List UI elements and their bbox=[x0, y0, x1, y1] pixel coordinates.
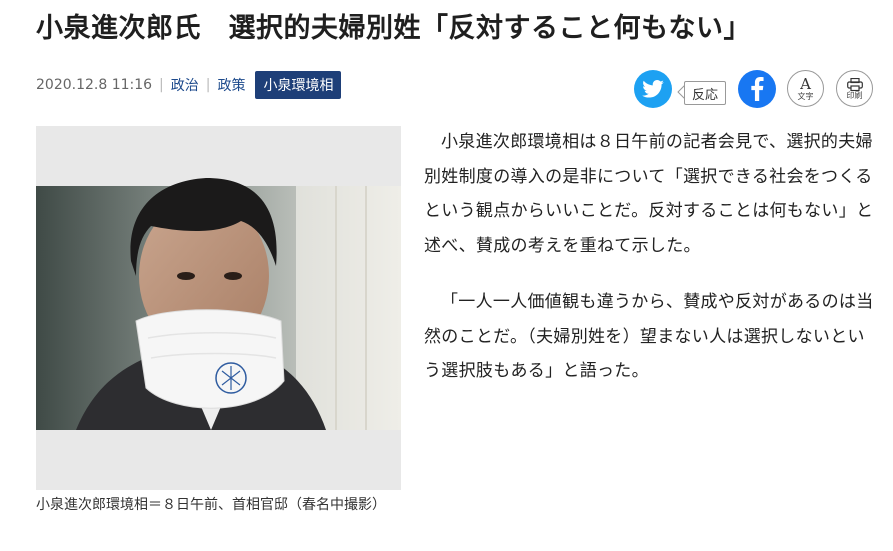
print-button[interactable]: 印刷 bbox=[836, 70, 873, 107]
article-headline: 小泉進次郎氏 選択的夫婦別姓「反対すること何もない」 bbox=[36, 13, 751, 44]
reaction-count-button[interactable]: 反応 bbox=[684, 81, 726, 105]
paragraph: 「一人一人価値観も違うから、賛成や反対があるのは当然のことだ。（夫婦別姓を）望ま… bbox=[424, 292, 874, 381]
article-photo bbox=[36, 126, 401, 490]
paragraph: 小泉進次郎環境相は８日午前の記者会見で、選択的夫婦別姓制度の導入の是非について「… bbox=[424, 132, 874, 256]
facebook-share-button[interactable] bbox=[738, 70, 776, 108]
photo-caption: 小泉進次郎環境相＝８日午前、首相官邸（春名中撮影） bbox=[36, 497, 386, 513]
twitter-icon bbox=[642, 80, 664, 98]
twitter-share-button[interactable] bbox=[634, 70, 672, 108]
portrait-image bbox=[36, 126, 401, 490]
article-body: 小泉進次郎環境相は８日午前の記者会見で、選択的夫婦別姓制度の導入の是非について「… bbox=[424, 125, 876, 411]
font-size-button[interactable]: A 文字 bbox=[787, 70, 824, 107]
font-size-label: 文字 bbox=[797, 91, 814, 101]
printer-icon bbox=[846, 77, 863, 91]
font-size-icon: A bbox=[800, 74, 811, 93]
print-label: 印刷 bbox=[846, 90, 863, 100]
facebook-icon bbox=[751, 77, 764, 101]
share-toolbar: 反応 A 文字 印刷 bbox=[0, 70, 893, 110]
